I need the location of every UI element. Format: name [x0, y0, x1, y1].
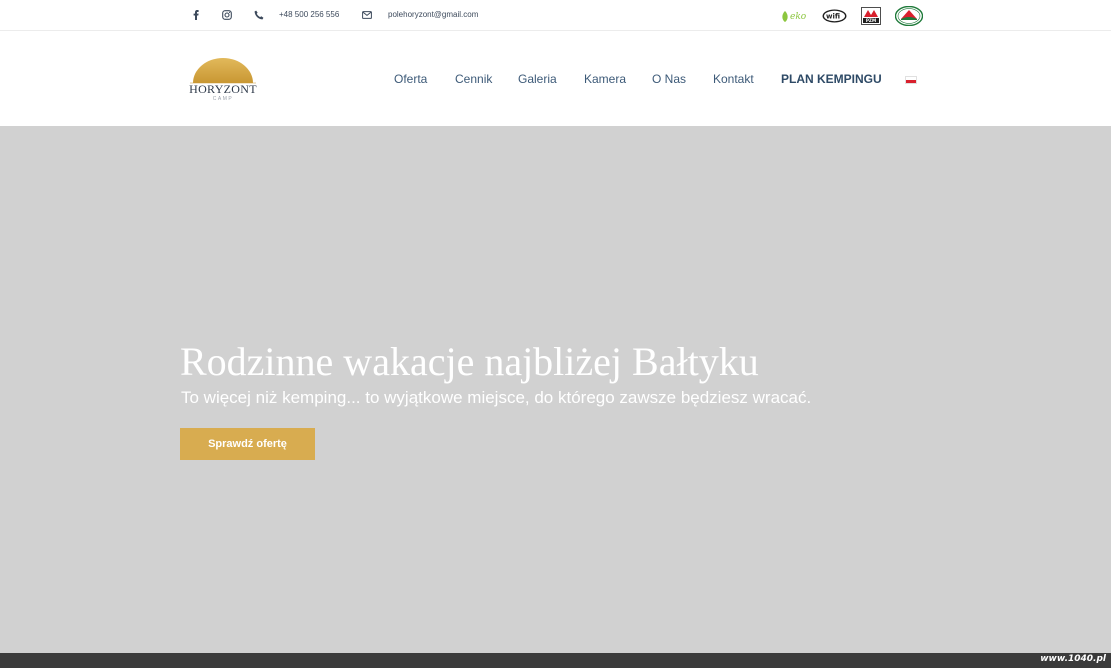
nav-item-cennik[interactable]: Cennik: [455, 72, 492, 86]
facebook-icon[interactable]: [190, 9, 202, 21]
pzm-badge-label: PZM: [866, 18, 876, 23]
logo-name: HORYZONT: [189, 82, 257, 96]
eko-badge: eko: [780, 5, 808, 27]
nav-item-o-nas[interactable]: O Nas: [652, 72, 686, 86]
site-header: HORYZONT CAMP Oferta Cennik Galeria Kame…: [0, 31, 1111, 126]
email-icon: [361, 9, 373, 21]
check-offer-button[interactable]: Sprawdź ofertę: [180, 428, 315, 460]
wifi-badge-label: wifi: [826, 13, 840, 21]
nav-item-kontakt[interactable]: Kontakt: [713, 72, 754, 86]
instagram-icon[interactable]: [221, 9, 233, 21]
polish-flag-icon[interactable]: [905, 76, 917, 84]
nav-item-plan-kempingu[interactable]: PLAN KEMPINGU: [781, 72, 882, 86]
email-link[interactable]: polehoryzont@gmail.com: [388, 10, 478, 19]
site-logo[interactable]: HORYZONT CAMP: [188, 57, 260, 105]
camping-badge-icon: [895, 5, 923, 27]
phone-icon: [253, 9, 265, 21]
watermark-text: www.1040.pl: [1040, 654, 1106, 664]
top-bar: +48 500 256 556 polehoryzont@gmail.com e…: [0, 0, 1111, 31]
hero-subtitle: To więcej niż kemping... to wyjątkowe mi…: [181, 388, 812, 407]
nav-item-oferta[interactable]: Oferta: [394, 72, 427, 86]
eko-badge-label: eko: [790, 12, 807, 22]
nav-item-kamera[interactable]: Kamera: [584, 72, 626, 86]
hero-section: Rodzinne wakacje najbliżej Bałtyku To wi…: [0, 126, 1111, 653]
nav-item-galeria[interactable]: Galeria: [518, 72, 557, 86]
wifi-badge: wifi: [822, 5, 847, 27]
hero-title: Rodzinne wakacje najbliżej Bałtyku: [180, 339, 759, 384]
logo-subtitle: CAMP: [212, 96, 234, 102]
phone-link[interactable]: +48 500 256 556: [279, 10, 339, 19]
footer-strip: www.1040.pl: [0, 653, 1111, 668]
pzm-badge: PZM: [861, 5, 881, 27]
